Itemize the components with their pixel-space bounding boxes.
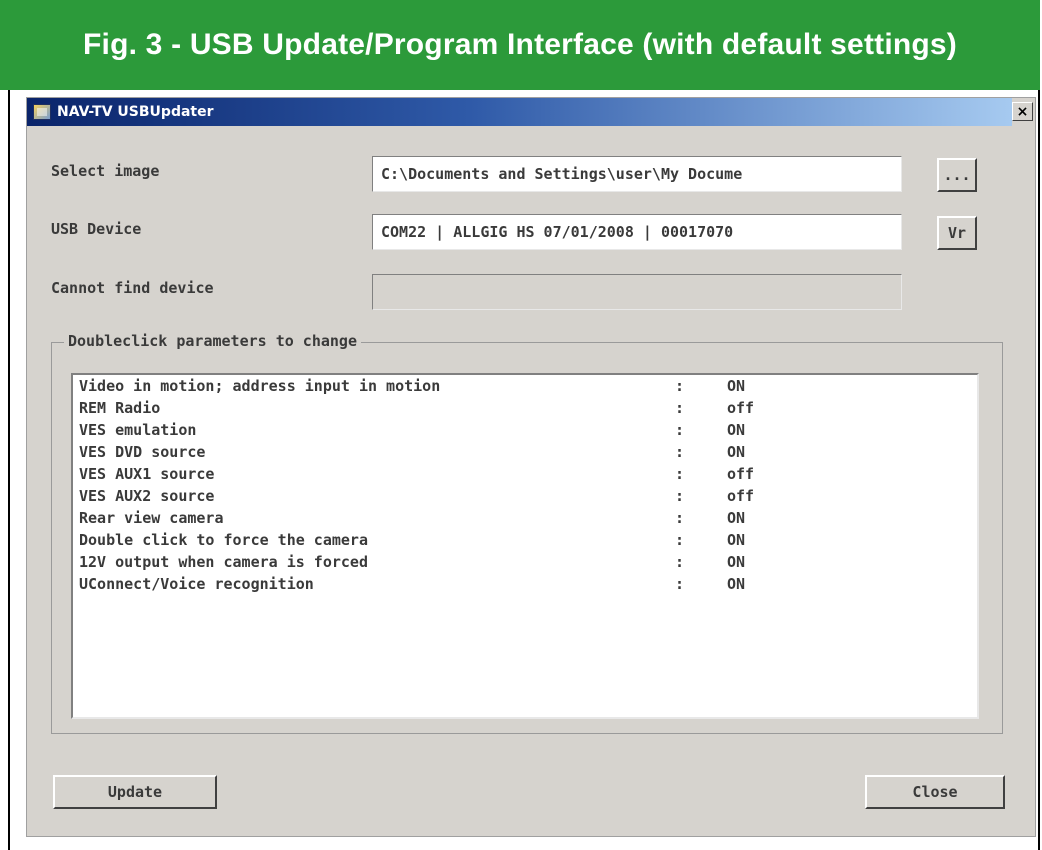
- select-image-label: Select image: [51, 162, 160, 180]
- param-separator: :: [675, 377, 685, 395]
- param-value: ON: [727, 443, 746, 461]
- usb-updater-window: NAV-TV USBUpdater × Select image C:\Docu…: [26, 97, 1036, 837]
- parameters-list[interactable]: Video in motion; address input in motion…: [71, 373, 979, 719]
- param-separator: :: [675, 509, 685, 527]
- status-field: [372, 274, 902, 310]
- param-separator: :: [675, 553, 685, 571]
- status-label: Cannot find device: [51, 279, 214, 297]
- param-name: REM Radio: [79, 399, 161, 417]
- param-name: VES DVD source: [79, 443, 206, 461]
- parameters-group-label: Doubleclick parameters to change: [64, 332, 361, 350]
- param-separator: :: [675, 487, 685, 505]
- param-name: VES AUX2 source: [79, 487, 215, 505]
- param-name: Double click to force the camera: [79, 531, 368, 549]
- param-name: Rear view camera: [79, 509, 224, 527]
- param-value: ON: [727, 509, 746, 527]
- param-name: 12V output when camera is forced: [79, 553, 368, 571]
- param-name: VES emulation: [79, 421, 197, 439]
- param-separator: :: [675, 443, 685, 461]
- param-value: off: [727, 487, 755, 505]
- param-value: ON: [727, 575, 746, 593]
- version-button[interactable]: Vr: [937, 216, 977, 250]
- window-titlebar[interactable]: NAV-TV USBUpdater: [27, 98, 1012, 126]
- param-name: UConnect/Voice recognition: [79, 575, 314, 593]
- close-button[interactable]: Close: [865, 775, 1005, 809]
- select-image-field[interactable]: C:\Documents and Settings\user\My Docume: [372, 156, 902, 192]
- param-value: ON: [727, 421, 746, 439]
- param-separator: :: [675, 399, 685, 417]
- figure-title: Fig. 3 - USB Update/Program Interface (w…: [0, 0, 1040, 90]
- param-value: ON: [727, 377, 746, 395]
- param-value: ON: [727, 553, 746, 571]
- close-icon[interactable]: ×: [1012, 102, 1033, 121]
- param-name: Video in motion; address input in motion: [79, 377, 441, 395]
- usb-device-field[interactable]: COM22 | ALLGIG HS 07/01/2008 | 00017070: [372, 214, 902, 250]
- browse-button[interactable]: ...: [937, 158, 977, 192]
- update-button[interactable]: Update: [53, 775, 217, 809]
- param-separator: :: [675, 465, 685, 483]
- usb-device-label: USB Device: [51, 220, 142, 238]
- param-name: VES AUX1 source: [79, 465, 215, 483]
- app-icon: [33, 104, 51, 120]
- param-value: ON: [727, 531, 746, 549]
- param-separator: :: [675, 575, 685, 593]
- param-value: off: [727, 399, 755, 417]
- param-separator: :: [675, 531, 685, 549]
- param-value: off: [727, 465, 755, 483]
- param-separator: :: [675, 421, 685, 439]
- window-title: NAV-TV USBUpdater: [57, 104, 214, 120]
